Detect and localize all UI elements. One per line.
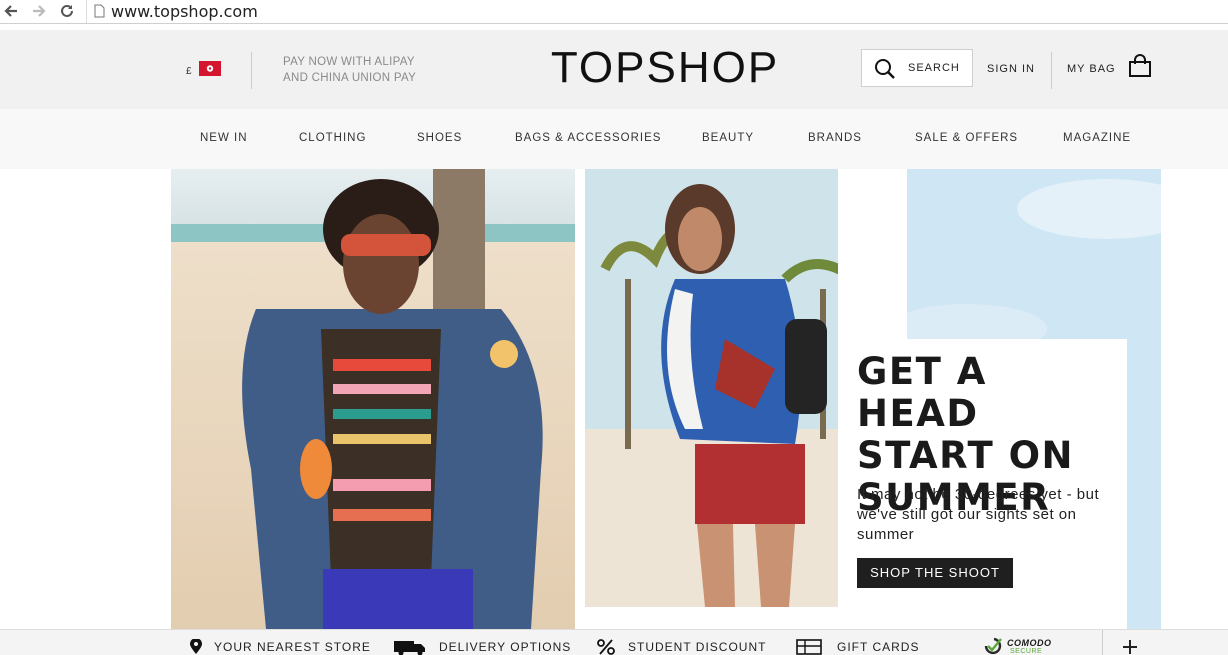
- location-pin-icon: [189, 638, 203, 655]
- url-text: www.topshop.com: [111, 2, 258, 21]
- student-discount-link[interactable]: STUDENT DISCOUNT: [628, 640, 766, 654]
- nav-magazine[interactable]: MAGAZINE: [1063, 132, 1131, 144]
- nav-sale-offers[interactable]: SALE & OFFERS: [915, 132, 1018, 144]
- back-arrow-icon[interactable]: [2, 2, 20, 20]
- divider: [1051, 52, 1052, 89]
- delivery-truck-icon: [393, 638, 427, 655]
- search-button[interactable]: SEARCH: [861, 49, 973, 87]
- gift-card-icon: [796, 639, 822, 655]
- shop-the-shoot-button[interactable]: SHOP THE SHOOT: [857, 558, 1013, 588]
- payment-promo: PAY NOW WITH ALIPAY AND CHINA UNION PAY: [283, 54, 416, 86]
- sign-in-link[interactable]: SIGN IN: [987, 63, 1035, 75]
- address-bar[interactable]: www.topshop.com: [86, 0, 1228, 23]
- site-logo[interactable]: TOPSHOP: [548, 42, 782, 94]
- nav-bags-accessories[interactable]: BAGS & ACCESSORIES: [515, 132, 661, 144]
- comodo-secure-label: SECURE: [1010, 648, 1043, 655]
- promo-description: It may not be 30-degrees yet - but we've…: [857, 486, 1100, 543]
- hero-image-left[interactable]: [171, 169, 575, 629]
- site-header: £ PAY NOW WITH ALIPAY AND CHINA UNION PA…: [0, 30, 1228, 109]
- nav-brands[interactable]: BRANDS: [808, 132, 862, 144]
- promo-card: GET A HEAD START ON SUMMER It may not be…: [838, 339, 1127, 631]
- percent-icon: [597, 639, 615, 655]
- nav-clothing[interactable]: CLOTHING: [299, 132, 366, 144]
- gift-cards-link[interactable]: GIFT CARDS: [837, 640, 919, 654]
- forward-arrow-icon[interactable]: [30, 2, 48, 20]
- currency-symbol[interactable]: £: [186, 66, 192, 77]
- nearest-store-link[interactable]: YOUR NEAREST STORE: [214, 640, 371, 654]
- divider: [1102, 630, 1103, 655]
- delivery-options-link[interactable]: DELIVERY OPTIONS: [439, 640, 571, 654]
- search-icon: [874, 58, 896, 85]
- promo-line-1: PAY NOW WITH ALIPAY: [283, 56, 415, 68]
- page-icon: [94, 4, 105, 23]
- plus-icon[interactable]: [1122, 639, 1138, 655]
- hong-kong-flag-icon[interactable]: [199, 61, 221, 76]
- nav-shoes[interactable]: SHOES: [417, 132, 462, 144]
- nav-new-in[interactable]: NEW IN: [200, 132, 248, 144]
- comodo-badge[interactable]: COMODO: [1007, 638, 1052, 648]
- comodo-check-icon: [982, 637, 1004, 655]
- browser-toolbar: www.topshop.com: [0, 0, 1228, 24]
- shopping-bag-icon[interactable]: [1128, 54, 1152, 83]
- divider: [251, 52, 252, 89]
- promo-line-2: AND CHINA UNION PAY: [283, 72, 417, 84]
- hero-image-middle[interactable]: [585, 169, 838, 607]
- search-label: SEARCH: [908, 62, 960, 74]
- main-navigation: NEW IN CLOTHING SHOES BAGS & ACCESSORIES…: [0, 109, 1228, 169]
- reload-icon[interactable]: [58, 2, 76, 20]
- nav-beauty[interactable]: BEAUTY: [702, 132, 754, 144]
- hero-image-middle-frame: [575, 169, 838, 618]
- my-bag-link[interactable]: MY BAG: [1067, 63, 1116, 75]
- footer-bar: YOUR NEAREST STORE DELIVERY OPTIONS STUD…: [0, 629, 1228, 655]
